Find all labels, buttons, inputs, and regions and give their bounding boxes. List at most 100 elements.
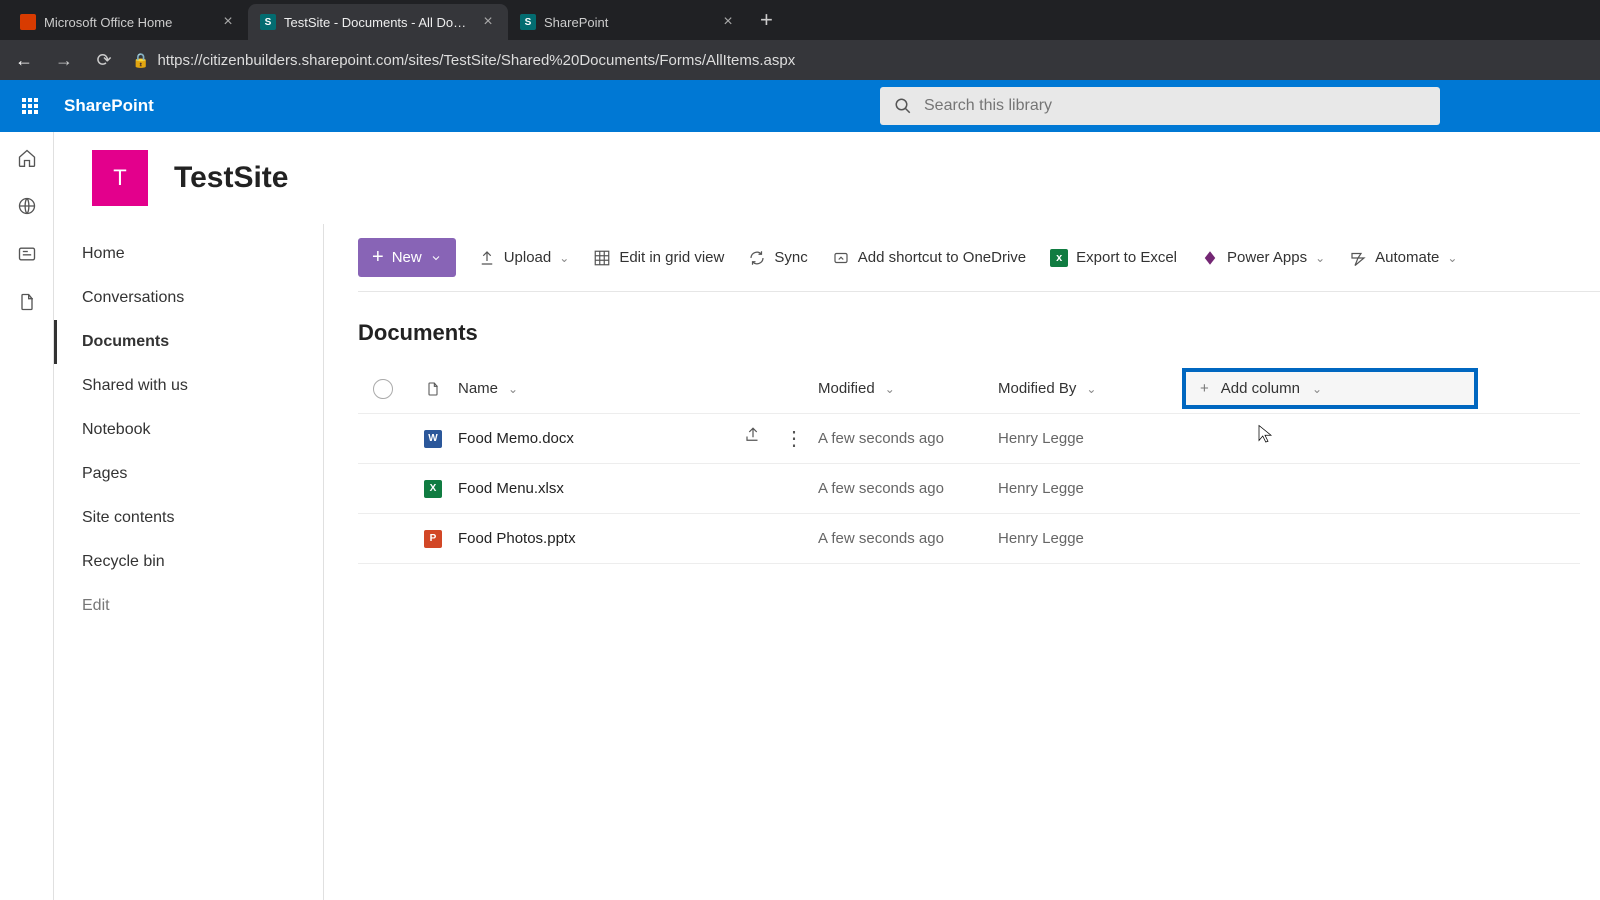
plus-icon: + — [1200, 380, 1209, 397]
file-name[interactable]: Food Photos.pptx — [458, 530, 576, 547]
upload-label: Upload — [504, 249, 552, 266]
chevron-down-icon: ⌄ — [559, 251, 569, 265]
export-excel-button[interactable]: x Export to Excel — [1048, 245, 1179, 271]
modifiedby-cell: Henry Legge — [998, 480, 1168, 497]
tab-favicon-icon: S — [520, 14, 536, 30]
forward-button[interactable]: → — [52, 50, 76, 71]
add-column-button[interactable]: + Add column ⌄ — [1182, 368, 1478, 409]
modifiedby-cell: Henry Legge — [998, 530, 1168, 547]
modified-cell: A few seconds ago — [818, 480, 998, 497]
chevron-down-icon: ⌄ — [508, 382, 518, 396]
nav-item-conversations[interactable]: Conversations — [54, 276, 323, 320]
nav-item-pages[interactable]: Pages — [54, 452, 323, 496]
cursor-icon — [1256, 422, 1274, 444]
table-row[interactable]: X Food Menu.xlsx A few seconds ago Henry… — [358, 464, 1580, 514]
upload-button[interactable]: Upload ⌄ — [476, 245, 572, 271]
search-box[interactable] — [880, 87, 1440, 125]
command-bar: + New Upload ⌄ Edit in grid view — [358, 224, 1600, 292]
left-rail — [0, 132, 54, 900]
site-logo[interactable]: T — [92, 150, 148, 206]
add-shortcut-button[interactable]: Add shortcut to OneDrive — [830, 245, 1028, 271]
home-icon[interactable] — [17, 148, 37, 168]
reload-button[interactable]: ⟳ — [92, 50, 116, 71]
page-title: Documents — [358, 292, 1600, 364]
table-row[interactable]: P Food Photos.pptx A few seconds ago Hen… — [358, 514, 1580, 564]
excel-icon: X — [424, 480, 442, 498]
search-icon — [894, 97, 912, 115]
close-icon[interactable]: × — [720, 14, 736, 30]
sync-label: Sync — [774, 249, 807, 266]
app-launcher-button[interactable] — [10, 86, 50, 126]
nav-item-documents[interactable]: Documents — [54, 320, 323, 364]
sync-button[interactable]: Sync — [746, 245, 809, 271]
browser-tab-strip: Microsoft Office Home × S TestSite - Doc… — [0, 0, 1600, 40]
doctype-icon — [425, 379, 441, 399]
power-apps-label: Power Apps — [1227, 249, 1307, 266]
table-row[interactable]: W Food Memo.docx ⋮ A few seconds ago Hen… — [358, 414, 1580, 464]
upload-icon — [478, 249, 496, 267]
site-header: T TestSite — [54, 132, 1600, 224]
nav-item-recycle-bin[interactable]: Recycle bin — [54, 540, 323, 584]
chevron-down-icon: ⌄ — [1447, 251, 1457, 265]
new-button[interactable]: + New — [358, 238, 456, 277]
power-apps-button[interactable]: Power Apps ⌄ — [1199, 245, 1327, 271]
nav-item-shared-with-us[interactable]: Shared with us — [54, 364, 323, 408]
address-bar[interactable]: 🔒 https://citizenbuilders.sharepoint.com… — [132, 52, 1588, 69]
share-icon[interactable] — [744, 426, 762, 451]
modified-cell: A few seconds ago — [818, 430, 998, 447]
chevron-down-icon — [430, 252, 442, 264]
automate-label: Automate — [1375, 249, 1439, 266]
table-header-row: Name ⌄ Modified⌄ Modified By ⌄ + Add colum… — [358, 364, 1580, 414]
sync-icon — [748, 249, 766, 267]
brand-label[interactable]: SharePoint — [64, 96, 154, 116]
documents-table: Name ⌄ Modified⌄ Modified By ⌄ + Add colum… — [358, 364, 1580, 564]
chevron-down-icon: ⌄ — [1086, 382, 1096, 396]
more-icon[interactable]: ⋮ — [784, 426, 804, 451]
news-icon[interactable] — [17, 244, 37, 264]
globe-icon[interactable] — [17, 196, 37, 216]
modifiedby-column-header[interactable]: Modified By ⌄ — [998, 380, 1168, 397]
files-icon[interactable] — [17, 292, 37, 312]
name-column-header[interactable]: Name ⌄ — [458, 380, 518, 397]
close-icon[interactable]: × — [220, 14, 236, 30]
close-icon[interactable]: × — [480, 14, 496, 30]
file-name[interactable]: Food Menu.xlsx — [458, 480, 564, 497]
modifiedby-header-label: Modified By — [998, 380, 1076, 397]
browser-tab[interactable]: S TestSite - Documents - All Docum × — [248, 4, 508, 40]
tab-title: Microsoft Office Home — [44, 15, 212, 30]
modified-header-label: Modified — [818, 380, 875, 397]
suite-header: SharePoint — [0, 80, 1600, 132]
browser-nav-bar: ← → ⟳ 🔒 https://citizenbuilders.sharepoi… — [0, 40, 1600, 80]
browser-tab[interactable]: S SharePoint × — [508, 4, 748, 40]
add-column-label: Add column — [1221, 380, 1300, 397]
automate-icon — [1349, 249, 1367, 267]
search-input[interactable] — [924, 97, 1426, 115]
plus-icon: + — [372, 246, 384, 269]
site-title[interactable]: TestSite — [174, 161, 288, 195]
type-header[interactable] — [408, 379, 458, 399]
modified-column-header[interactable]: Modified⌄ — [818, 380, 998, 397]
new-label: New — [392, 249, 422, 266]
lock-icon: 🔒 — [132, 52, 149, 69]
new-tab-button[interactable]: + — [748, 7, 785, 33]
waffle-icon — [22, 98, 38, 114]
nav-item-home[interactable]: Home — [54, 232, 323, 276]
nav-item-notebook[interactable]: Notebook — [54, 408, 323, 452]
browser-tab[interactable]: Microsoft Office Home × — [8, 4, 248, 40]
url-text: https://citizenbuilders.sharepoint.com/s… — [157, 52, 795, 69]
name-header-label: Name — [458, 380, 498, 397]
automate-button[interactable]: Automate ⌄ — [1347, 245, 1459, 271]
export-excel-label: Export to Excel — [1076, 249, 1177, 266]
nav-edit-link[interactable]: Edit — [54, 584, 323, 628]
powerpoint-icon: P — [424, 530, 442, 548]
select-all-cell[interactable] — [358, 379, 408, 399]
nav-item-site-contents[interactable]: Site contents — [54, 496, 323, 540]
back-button[interactable]: ← — [12, 50, 36, 71]
edit-grid-button[interactable]: Edit in grid view — [591, 245, 726, 271]
modifiedby-cell: Henry Legge — [998, 430, 1168, 447]
shortcut-icon — [832, 249, 850, 267]
word-icon: W — [424, 430, 442, 448]
tab-favicon-icon: S — [260, 14, 276, 30]
file-name[interactable]: Food Memo.docx — [458, 430, 574, 447]
add-shortcut-label: Add shortcut to OneDrive — [858, 249, 1026, 266]
